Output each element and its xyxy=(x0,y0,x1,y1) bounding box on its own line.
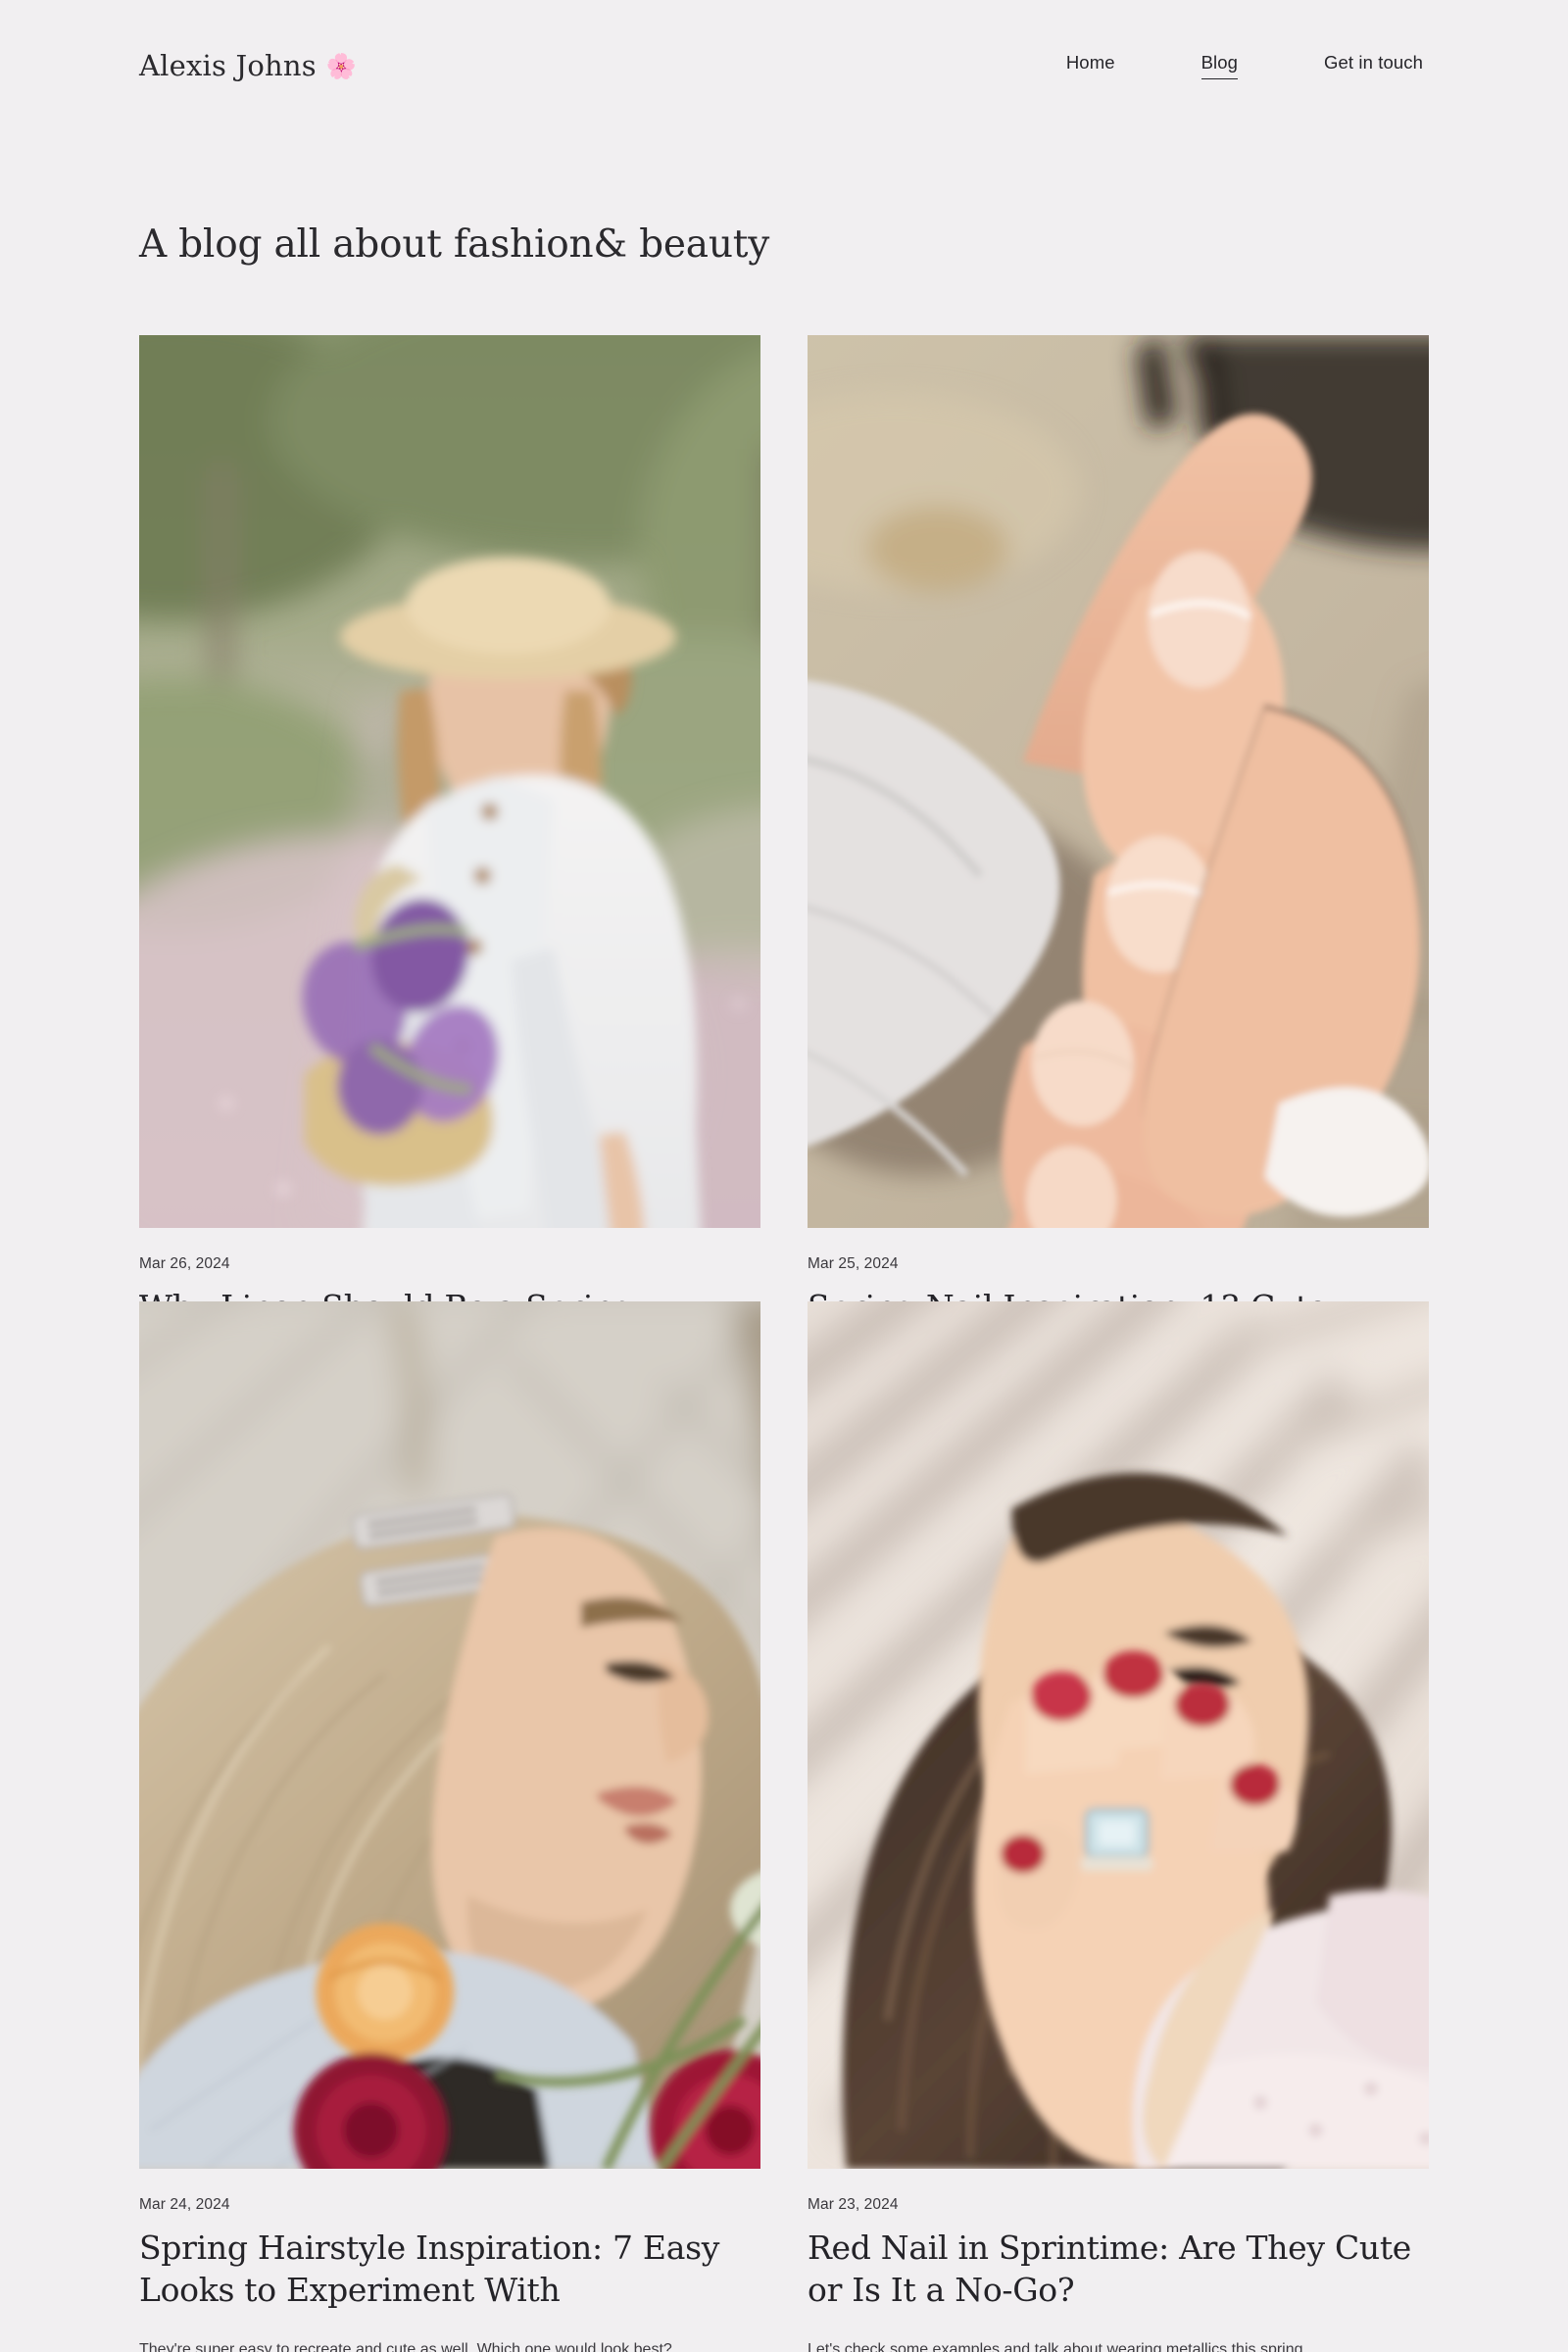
post-date: Mar 26, 2024 xyxy=(139,1255,230,1273)
post-title: Spring Hairstyle Inspiration: 7 Easy Loo… xyxy=(139,2228,760,2312)
post-title: Red Nail in Sprintime: Are They Cute or … xyxy=(808,2228,1429,2312)
post-thumbnail-red-nails[interactable] xyxy=(808,1301,1429,2170)
blog-page: Alexis Johns 🌸 Home Blog Get in touch A … xyxy=(0,0,1568,2352)
post-thumbnail-nails[interactable] xyxy=(808,334,1429,1229)
nav-link-home[interactable]: Home xyxy=(1066,52,1115,78)
brand-logo[interactable]: Alexis Johns 🌸 xyxy=(139,49,357,82)
post-image-red-nails xyxy=(808,1301,1429,2170)
post-date: Mar 24, 2024 xyxy=(139,2196,230,2214)
site-header: Alexis Johns 🌸 Home Blog Get in touch xyxy=(139,0,1429,82)
post-grid: Mar 26, 2024 Why Linen Should Be a Sprin… xyxy=(139,270,1429,2352)
post-date: Mar 25, 2024 xyxy=(808,1255,899,1273)
brand-name: Alexis Johns xyxy=(139,49,317,82)
post-image-nails xyxy=(808,334,1429,1229)
post-card: Mar 23, 2024 Red Nail in Sprintime: Are … xyxy=(808,1301,1429,2352)
post-excerpt: They're super easy to recreate and cute … xyxy=(139,2341,672,2352)
nav-link-get-in-touch[interactable]: Get in touch xyxy=(1324,52,1423,78)
post-title-link[interactable]: Spring Hairstyle Inspiration: 7 Easy Loo… xyxy=(139,2229,719,2309)
post-thumbnail-linen[interactable] xyxy=(139,334,760,1229)
page-title: A blog all about fashion& beauty xyxy=(139,222,770,267)
post-image-hairstyle xyxy=(139,1301,760,2170)
post-title-link[interactable]: Red Nail in Sprintime: Are They Cute or … xyxy=(808,2229,1411,2309)
post-excerpt: Let's check some examples and talk about… xyxy=(808,2341,1307,2352)
cherry-blossom-icon: 🌸 xyxy=(325,52,358,80)
post-card: Mar 25, 2024 Spring Nail Inspiration: 13… xyxy=(808,334,1429,1506)
post-date: Mar 23, 2024 xyxy=(808,2196,899,2214)
nav-link-blog[interactable]: Blog xyxy=(1200,52,1239,80)
post-card: Mar 24, 2024 Spring Hairstyle Inspiratio… xyxy=(139,1301,760,2352)
post-thumbnail-hairstyle[interactable] xyxy=(139,1301,760,2170)
post-image-linen xyxy=(139,334,760,1229)
main-nav: Home Blog Get in touch xyxy=(1066,52,1429,80)
post-card: Mar 26, 2024 Why Linen Should Be a Sprin… xyxy=(139,334,760,1506)
